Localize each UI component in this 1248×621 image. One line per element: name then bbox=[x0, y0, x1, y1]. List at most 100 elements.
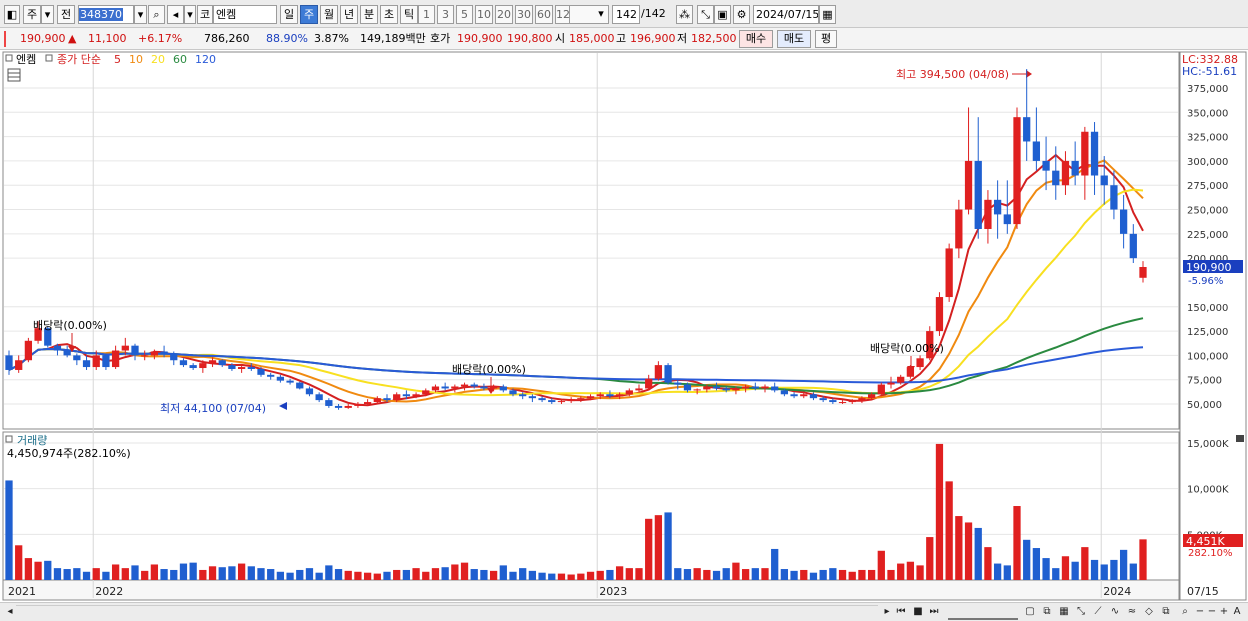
zoom-out-icon[interactable]: − bbox=[1194, 605, 1206, 620]
period-tab[interactable]: 년 bbox=[340, 5, 358, 24]
interval-tab[interactable]: 10 bbox=[475, 5, 493, 24]
save-icon[interactable]: ▣ bbox=[714, 5, 731, 24]
rewind-icon[interactable]: ⏮ bbox=[894, 605, 908, 620]
volume-bar bbox=[344, 570, 352, 580]
volume-bar bbox=[34, 561, 42, 580]
interval-tab[interactable]: 3 bbox=[437, 5, 454, 24]
zoom-icon[interactable]: ⌕ bbox=[1178, 605, 1192, 620]
search-icon[interactable]: ⌕ bbox=[148, 5, 165, 24]
date-input[interactable]: 2024/07/15 bbox=[753, 5, 819, 24]
candle-body bbox=[664, 365, 672, 383]
period-tab[interactable]: 주 bbox=[300, 5, 318, 24]
stock-name-input[interactable]: 엔켐 bbox=[213, 5, 277, 24]
volume-bar bbox=[732, 562, 740, 580]
market-button[interactable]: 코 bbox=[197, 5, 213, 24]
candle-body bbox=[218, 360, 226, 366]
window-menu-icon[interactable]: ◧ bbox=[4, 5, 20, 24]
volume-bar bbox=[683, 569, 692, 580]
buy-button[interactable]: 매수 bbox=[739, 30, 773, 48]
trend-icon[interactable]: ⤡ bbox=[1074, 605, 1088, 620]
sound-icon[interactable]: ◂ bbox=[167, 5, 184, 24]
period-tab[interactable]: 일 bbox=[280, 5, 298, 24]
candle-body bbox=[557, 401, 566, 403]
gear-icon[interactable]: ⚙ bbox=[733, 5, 750, 24]
sell-button[interactable]: 매도 bbox=[777, 30, 811, 48]
bid-price: 190,800 bbox=[507, 32, 553, 45]
price-tick-label: 125,000 bbox=[1187, 327, 1228, 338]
eval-button[interactable]: 평 bbox=[815, 30, 837, 48]
period-tab[interactable]: 틱 bbox=[400, 5, 418, 24]
count-input[interactable]: 142 bbox=[612, 5, 640, 24]
volume-bar bbox=[15, 545, 23, 580]
interval-tab[interactable]: 60 bbox=[535, 5, 553, 24]
volume-bar bbox=[257, 568, 265, 580]
prev-button[interactable]: 전 bbox=[57, 5, 75, 24]
interval-dropdown-icon[interactable]: ▾ bbox=[594, 5, 608, 24]
open-label: 시 bbox=[555, 32, 566, 45]
volume-bar bbox=[150, 564, 159, 580]
close-icon[interactable] bbox=[1236, 435, 1244, 442]
candle-body bbox=[712, 386, 721, 389]
chevron-down-icon[interactable]: ▾ bbox=[41, 5, 54, 24]
candle-body bbox=[160, 351, 168, 354]
volume-bar bbox=[189, 562, 197, 580]
candle-body bbox=[625, 390, 633, 395]
candle-body bbox=[829, 400, 837, 403]
interval-tab[interactable]: 5 bbox=[456, 5, 473, 24]
volume-bar bbox=[286, 572, 294, 580]
candle-body bbox=[499, 386, 507, 391]
candle-body bbox=[751, 386, 759, 389]
layout-icon[interactable]: ▢ bbox=[1023, 605, 1037, 620]
volume-last-pct: 282.10% bbox=[1188, 548, 1233, 559]
minus-icon[interactable]: − bbox=[1206, 605, 1218, 620]
candle-body bbox=[267, 374, 275, 377]
stop-icon[interactable]: ■ bbox=[911, 605, 925, 620]
window-icon[interactable]: ⧉ bbox=[1040, 605, 1054, 620]
horizontal-scrollbar[interactable] bbox=[16, 605, 878, 620]
quote-bar: 190,900 ▲ 11,100 +6.17% 786,260 88.90% 3… bbox=[0, 28, 1248, 50]
volume-bar bbox=[809, 572, 818, 580]
font-size-icon[interactable]: A bbox=[1230, 605, 1244, 620]
volume-value: 786,260 bbox=[204, 32, 250, 45]
candle-body bbox=[1061, 160, 1070, 186]
scroll-left-icon[interactable]: ◂ bbox=[4, 605, 16, 620]
volume-bar bbox=[877, 550, 885, 580]
zoom-slider[interactable] bbox=[948, 605, 1018, 620]
candle-body bbox=[838, 402, 847, 404]
candle-body bbox=[877, 384, 885, 395]
scroll-right-icon[interactable]: ▸ bbox=[880, 605, 894, 620]
volume-bar bbox=[1052, 568, 1060, 580]
shape-icon[interactable]: ◇ bbox=[1142, 605, 1156, 620]
fast-forward-icon[interactable]: ⏭ bbox=[927, 605, 941, 620]
volume-bar bbox=[325, 565, 333, 580]
table-icon[interactable] bbox=[7, 68, 21, 82]
copy-icon[interactable]: ⧉ bbox=[1159, 605, 1173, 620]
volume-bar bbox=[858, 569, 866, 580]
ma-legend-item: 20 bbox=[151, 53, 165, 66]
candle-body bbox=[741, 386, 750, 389]
interval-tab[interactable]: 20 bbox=[495, 5, 513, 24]
candle-body bbox=[858, 398, 866, 402]
calendar-icon[interactable]: ▦ bbox=[819, 5, 836, 24]
candle-body bbox=[325, 400, 333, 406]
candle-body bbox=[1032, 141, 1041, 161]
link-icon[interactable]: ⁂ bbox=[676, 5, 693, 24]
period-tab[interactable]: 월 bbox=[320, 5, 338, 24]
draw-icon[interactable]: ⤡ bbox=[697, 5, 714, 24]
code-dropdown-icon[interactable]: ▾ bbox=[134, 5, 147, 24]
multi-wave-icon[interactable]: ≈ bbox=[1125, 605, 1139, 620]
stock-code-input[interactable]: 348370 bbox=[78, 5, 134, 24]
interval-tab[interactable]: 30 bbox=[515, 5, 533, 24]
volume-bar bbox=[24, 558, 33, 580]
volume-bar bbox=[538, 572, 546, 580]
zoom-in-icon[interactable]: + bbox=[1218, 605, 1230, 620]
period-tab[interactable]: 초 bbox=[380, 5, 398, 24]
ma-legend-item: 60 bbox=[173, 53, 187, 66]
interval-tab[interactable]: 1 bbox=[418, 5, 435, 24]
grid-icon[interactable]: ▦ bbox=[1057, 605, 1071, 620]
wave-icon[interactable]: ∿ bbox=[1108, 605, 1122, 620]
line-icon[interactable]: ⟋ bbox=[1091, 605, 1105, 620]
sound-dropdown-icon[interactable]: ▾ bbox=[184, 5, 196, 24]
market-type-select[interactable]: 주 bbox=[23, 5, 41, 24]
period-tab[interactable]: 분 bbox=[360, 5, 378, 24]
